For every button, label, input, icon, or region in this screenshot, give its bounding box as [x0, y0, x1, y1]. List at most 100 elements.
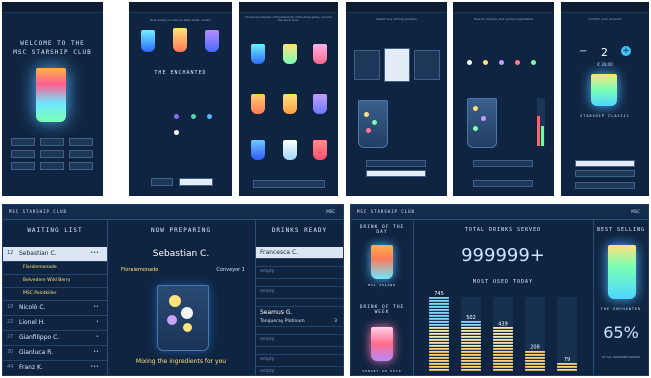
confirm-footer-button[interactable]	[575, 182, 635, 189]
chart-bar-stripe	[429, 312, 449, 314]
welcome-button-7[interactable]	[11, 162, 35, 170]
welcome-button-1[interactable]	[11, 138, 35, 146]
waiting-list-row[interactable]: 27 Gianfilippo C. •	[3, 331, 107, 346]
ready-list-subitem[interactable]	[256, 259, 343, 267]
queue-header: MSC STARSHIP CLUB MSC	[3, 205, 343, 220]
confirm-drink-name: STARSHIP CLASSIC	[580, 114, 630, 118]
waiting-list-subitem[interactable]: MSC Pointkiller	[3, 288, 107, 301]
drink-item[interactable]	[313, 94, 327, 114]
status-bar	[2, 2, 103, 13]
confirm-order-button[interactable]	[575, 160, 635, 167]
grid-continue-button[interactable]	[253, 180, 325, 188]
quantity-stepper[interactable]: − 2 +	[575, 46, 635, 59]
plus-icon[interactable]: +	[621, 46, 631, 56]
drink-item[interactable]	[251, 94, 265, 114]
drink-item[interactable]	[251, 140, 265, 160]
drink-count-dots: ••	[93, 304, 99, 310]
welcome-button-6[interactable]	[69, 150, 93, 158]
ready-list-subitem[interactable]	[256, 279, 343, 287]
drink-count-dots: ••	[93, 349, 99, 355]
drink-item[interactable]	[313, 140, 327, 160]
drink-card-1[interactable]	[141, 30, 155, 52]
ingredients-back-button[interactable]	[473, 160, 533, 167]
chart-bar-stripe	[493, 345, 513, 347]
ready-list-subitem[interactable]	[256, 327, 343, 335]
drink-card-3[interactable]	[205, 30, 219, 52]
ingredient-icon-2[interactable]	[191, 114, 196, 119]
queue-number: 18	[7, 304, 14, 310]
chart-bar-stripe	[493, 348, 513, 350]
waiting-list-row[interactable]: 18 Nicolò C. ••	[3, 301, 107, 316]
waiting-list-subitem[interactable]: Belvedere Wild Berry	[3, 275, 107, 288]
chart-bar-stripe	[461, 330, 481, 332]
option-left[interactable]	[354, 50, 380, 80]
waiting-list-title: WAITING LIST	[27, 227, 83, 234]
waiting-list-row[interactable]: 44 Franz K. •••	[3, 361, 107, 375]
ready-quantity: 3	[334, 319, 337, 324]
ingredient-choice[interactable]	[515, 60, 520, 65]
drink-card-2[interactable]	[173, 28, 187, 52]
ready-list-row[interactable]: empty	[256, 287, 343, 299]
welcome-button-5[interactable]	[40, 150, 64, 158]
ingredient-choice[interactable]	[483, 60, 488, 65]
waiting-list-row[interactable]: 12 Sebastian C. •••	[3, 247, 107, 262]
stirring-next-button[interactable]	[366, 170, 426, 177]
ready-guest-name: Seamus G.	[260, 309, 293, 316]
ingredient-icon-4[interactable]	[174, 130, 179, 135]
ingredient-ball	[183, 323, 192, 332]
chart-bar-stripe	[525, 354, 545, 356]
preparing-drink: Floralemonade	[121, 267, 159, 273]
ingredient-choice[interactable]	[499, 60, 504, 65]
welcome-button-3[interactable]	[69, 138, 93, 146]
confirm-alt-button[interactable]	[575, 170, 635, 177]
welcome-button-9[interactable]	[69, 162, 93, 170]
back-button[interactable]	[151, 178, 173, 186]
chart-bar-stripe	[493, 357, 513, 359]
ready-list-row[interactable]: Francesca C.	[256, 247, 343, 259]
option-right[interactable]	[414, 50, 440, 80]
chart-bar-stripe	[429, 330, 449, 332]
ingredient-choice[interactable]	[467, 60, 472, 65]
drink-item[interactable]	[283, 140, 297, 160]
stirring-back-button[interactable]	[366, 160, 426, 167]
ready-list-row[interactable]: empty	[256, 355, 343, 367]
drink-item[interactable]	[283, 94, 297, 114]
drink-item[interactable]	[313, 44, 327, 64]
ingredients-next-button[interactable]	[473, 180, 533, 187]
chart-category-label: GIN	[468, 375, 475, 376]
dotd-name: MSC ISLAND	[367, 283, 397, 287]
ready-list-row[interactable]: Seamus G. Tanqueray Platinum 3	[256, 307, 343, 327]
ingredient-icon-1[interactable]	[174, 114, 179, 119]
ingredient-choice[interactable]	[531, 60, 536, 65]
ready-list-row[interactable]: empty	[256, 267, 343, 279]
welcome-button-2[interactable]	[40, 138, 64, 146]
drink-item[interactable]	[283, 44, 297, 64]
welcome-button-8[interactable]	[40, 162, 64, 170]
ready-list-subitem[interactable]	[256, 347, 343, 355]
confirm-heading: Confirm your amount!	[588, 17, 622, 21]
nav-bar	[561, 2, 649, 13]
chart-bar-stripe	[461, 363, 481, 365]
ingredient-icon-3[interactable]	[207, 114, 212, 119]
chart-bar-stripe	[429, 339, 449, 341]
ready-list-subitem[interactable]	[256, 299, 343, 307]
most-used-chart: 745 TONIC 502 GIN 439 HIBISCUS 208 VODKA 79 FLIP	[429, 291, 577, 376]
chart-bar-stripe	[461, 324, 481, 326]
chart-category-label: HIBISCUS	[495, 375, 512, 376]
waiting-list-subitem[interactable]: Floralemonade	[3, 262, 107, 275]
ready-guest-name: Francesca C.	[260, 249, 299, 256]
welcome-button-4[interactable]	[11, 150, 35, 158]
minus-icon[interactable]: −	[579, 46, 587, 57]
drink-item[interactable]	[251, 44, 265, 64]
queue-number: 22	[7, 319, 14, 325]
chart-bar-stripe	[557, 363, 577, 365]
ready-list-row[interactable]: empty	[256, 367, 343, 375]
ready-list-row[interactable]: empty	[256, 335, 343, 347]
option-center[interactable]	[384, 48, 410, 82]
waiting-list-row[interactable]: 30 Gianluca R. ••	[3, 346, 107, 361]
stats-header: MSC STARSHIP CLUB MSC	[351, 205, 648, 220]
waiting-list-row[interactable]: 22 Lionel H. •	[3, 316, 107, 331]
preparing-conveyor: Conveyor 1	[216, 267, 245, 273]
chart-bar-stripe	[429, 336, 449, 338]
next-button[interactable]	[179, 178, 213, 186]
